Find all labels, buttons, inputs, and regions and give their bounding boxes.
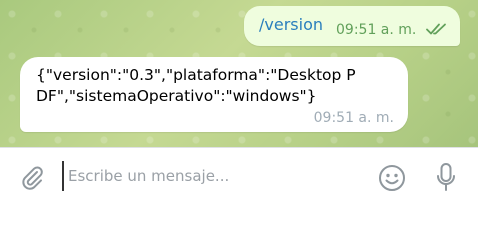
chat-window: /version 09:51 a. m. {"version":"0.3","p… [0,0,478,207]
smiley-icon[interactable] [377,163,407,193]
message-timestamp: 09:51 a. m. [313,110,394,126]
double-check-icon [426,21,448,35]
paperclip-icon[interactable] [18,163,46,191]
incoming-message-bubble[interactable]: {"version":"0.3","plataforma":"Desktop P… [20,57,408,132]
outgoing-message-bubble[interactable]: /version 09:51 a. m. [244,6,460,46]
microphone-icon[interactable] [435,162,457,194]
message-input[interactable] [62,161,362,191]
command-link[interactable]: /version [259,15,323,34]
message-composer [0,147,478,207]
message-timestamp: 09:51 a. m. [336,22,417,38]
message-text: {"version":"0.3","plataforma":"Desktop P… [36,66,356,105]
message-list: /version 09:51 a. m. {"version":"0.3","p… [0,0,478,147]
